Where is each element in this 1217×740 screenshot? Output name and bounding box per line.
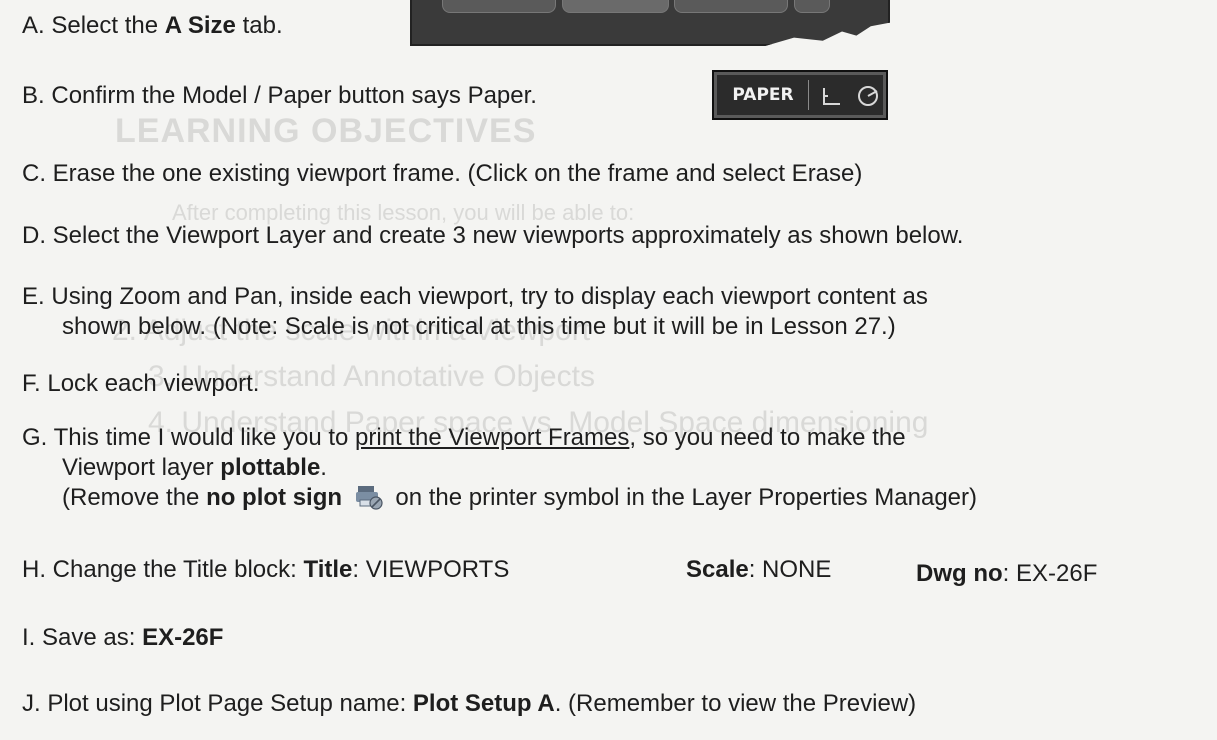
step-text: Viewport layer xyxy=(62,454,221,481)
step-text: , so you need to make the xyxy=(629,424,906,451)
step-letter: J. xyxy=(22,690,41,717)
step-text: Save as: xyxy=(42,624,143,651)
step-text: Select the xyxy=(51,12,165,39)
layout-tab-bar xyxy=(410,0,890,46)
step-letter: C. xyxy=(22,160,46,187)
step-text: This time I would like you to xyxy=(53,424,356,451)
step-e-line-2: shown below. (Note: Scale is not critica… xyxy=(62,313,896,341)
step-text: Erase the one existing viewport frame. (… xyxy=(52,160,863,187)
step-f: F. Lock each viewport. xyxy=(22,370,259,398)
step-g: G. This time I would like you to print t… xyxy=(22,424,906,452)
scale-label: Scale xyxy=(686,556,749,583)
title-label: Title xyxy=(303,556,353,583)
step-text: Using Zoom and Pan, inside each viewport… xyxy=(51,283,928,310)
step-letter: H. xyxy=(22,556,46,583)
step-text: shown below. (Note: Scale is not critica… xyxy=(62,313,896,340)
step-emphasis: plottable xyxy=(220,454,321,481)
step-letter: I. xyxy=(22,624,36,651)
dwg-value: : EX-26F xyxy=(1002,560,1098,587)
step-j: J. Plot using Plot Page Setup name: Plot… xyxy=(22,690,916,718)
layout-tab-3[interactable] xyxy=(674,0,788,13)
step-text: (Remove the xyxy=(62,484,207,511)
step-emphasis: Plot Setup A xyxy=(412,690,555,717)
model-paper-toggle-button[interactable]: PAPER xyxy=(720,79,806,111)
step-emphasis: A Size xyxy=(164,12,236,39)
dwg-label: Dwg no xyxy=(916,560,1003,587)
step-letter: G. xyxy=(22,424,48,451)
ghost-heading: LEARNING OBJECTIVES xyxy=(115,112,537,150)
step-letter: F. xyxy=(22,370,41,397)
scale-value: : NONE xyxy=(748,556,832,583)
step-h-dwg: Dwg no: EX-26F xyxy=(916,560,1097,588)
step-a: A. Select the A Size tab. xyxy=(22,12,283,40)
step-emphasis: no plot sign xyxy=(206,484,343,511)
step-text: . xyxy=(320,454,327,481)
step-text: Select the Viewport Layer and create 3 n… xyxy=(52,222,964,249)
step-underlined-text: print the Viewport Frames xyxy=(355,424,630,451)
step-h: H. Change the Title block: Title: VIEWPO… xyxy=(22,556,509,584)
polar-tracking-icon[interactable] xyxy=(854,82,882,110)
status-bar-widget: PAPER xyxy=(712,70,888,120)
step-letter: A. xyxy=(22,12,45,39)
step-text: Change the Title block: xyxy=(52,556,304,583)
no-plot-printer-icon xyxy=(355,486,383,510)
step-text: tab. xyxy=(235,12,283,39)
step-text: . (Remember to view the Preview) xyxy=(554,690,917,717)
layout-tab-add[interactable] xyxy=(794,0,830,13)
worksheet-page: LEARNING OBJECTIVES After completing thi… xyxy=(0,0,1217,740)
ortho-icon[interactable] xyxy=(818,82,846,110)
step-text: on the printer symbol in the Layer Prope… xyxy=(395,484,978,511)
step-d: D. Select the Viewport Layer and create … xyxy=(22,222,963,250)
layout-tab-2[interactable] xyxy=(562,0,669,13)
step-text: Plot using Plot Page Setup name: xyxy=(47,690,413,717)
step-i: I. Save as: EX-26F xyxy=(22,624,223,652)
status-separator xyxy=(808,80,809,110)
step-g-line-2: Viewport layer plottable. xyxy=(62,454,327,482)
step-emphasis: EX-26F xyxy=(142,624,224,651)
step-g-line-3: (Remove the no plot sign on the printer … xyxy=(62,484,977,512)
step-b: B. Confirm the Model / Paper button says… xyxy=(22,82,537,110)
layout-tab-1[interactable] xyxy=(442,0,556,13)
step-letter: D. xyxy=(22,222,46,249)
step-letter: B. xyxy=(22,82,45,109)
step-text: Confirm the Model / Paper button says Pa… xyxy=(51,82,537,109)
step-e: E. Using Zoom and Pan, inside each viewp… xyxy=(22,283,928,311)
step-letter: E. xyxy=(22,283,45,310)
step-text: Lock each viewport. xyxy=(47,370,260,397)
step-h-scale: Scale: NONE xyxy=(686,556,831,584)
title-value: : VIEWPORTS xyxy=(352,556,510,583)
step-c: C. Erase the one existing viewport frame… xyxy=(22,160,862,188)
